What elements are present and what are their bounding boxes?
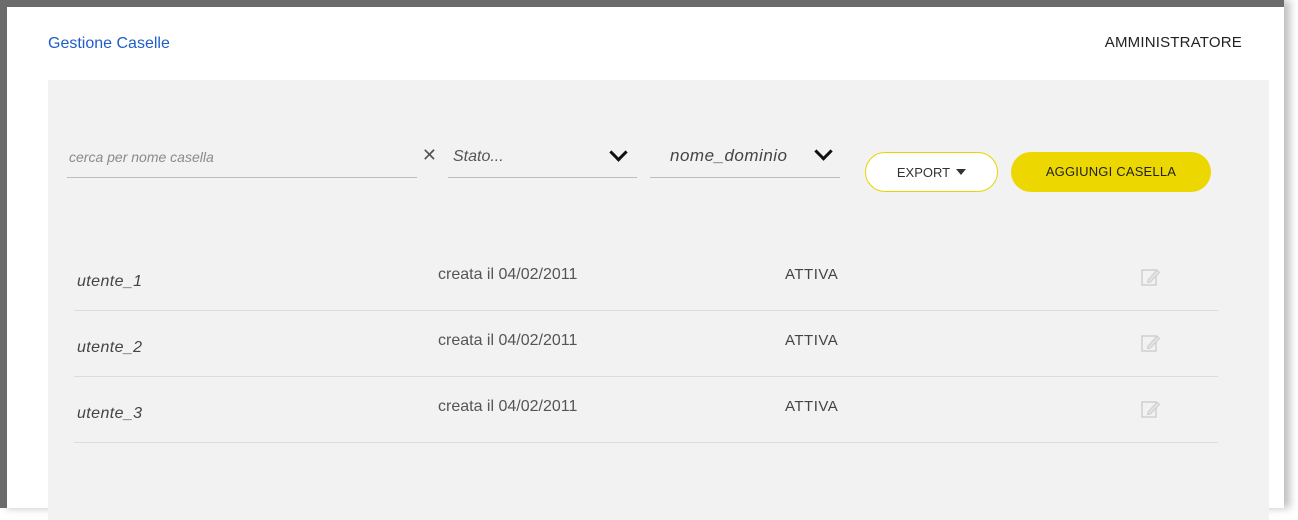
stato-select-label: Stato... [453, 148, 504, 165]
search-placeholder: cerca per nome casella [69, 149, 214, 165]
table-row[interactable]: utente_2 creata il 04/02/2011 ATTIVA [74, 311, 1218, 377]
mailbox-status: ATTIVA [785, 332, 839, 349]
chevron-down-icon [814, 142, 833, 161]
mailbox-created: creata il 04/02/2011 [438, 332, 578, 349]
tab-gestione-caselle[interactable]: Gestione Caselle [48, 31, 187, 87]
mailbox-status: ATTIVA [785, 398, 839, 415]
main-panel: cerca per nome casella ✕ Stato... nome_d… [48, 80, 1269, 520]
top-bar: Gestione Caselle AMMINISTRATORE [7, 7, 1284, 87]
export-button-label: EXPORT [896, 165, 951, 180]
mailbox-status: ATTIVA [785, 266, 839, 283]
table-row[interactable]: utente_1 creata il 04/02/2011 ATTIVA [74, 245, 1218, 311]
chevron-down-icon [609, 143, 628, 162]
caret-down-icon [956, 169, 967, 175]
mailbox-name: utente_2 [77, 339, 143, 356]
dominio-select[interactable]: nome_dominio [650, 140, 840, 178]
user-role-label[interactable]: AMMINISTRATORE [1105, 34, 1242, 51]
export-button[interactable]: EXPORT [865, 152, 998, 192]
mailbox-name: utente_3 [77, 405, 143, 422]
dominio-select-label: nome_dominio [670, 146, 788, 165]
mailbox-created: creata il 04/02/2011 [438, 266, 578, 283]
edit-icon[interactable] [1140, 332, 1162, 354]
add-mailbox-button[interactable]: AGGIUNGI CASELLA [1011, 152, 1211, 192]
edit-icon[interactable] [1140, 398, 1162, 420]
app-window: Gestione Caselle AMMINISTRATORE cerca pe… [0, 0, 1284, 520]
search-input[interactable]: cerca per nome casella ✕ [67, 140, 437, 178]
mailbox-name: utente_1 [77, 273, 143, 290]
edit-icon[interactable] [1140, 266, 1162, 288]
close-icon[interactable]: ✕ [422, 145, 437, 166]
mailbox-created: creata il 04/02/2011 [438, 398, 578, 415]
stato-select[interactable]: Stato... [448, 140, 637, 178]
table-row[interactable]: utente_3 creata il 04/02/2011 ATTIVA [74, 377, 1218, 443]
